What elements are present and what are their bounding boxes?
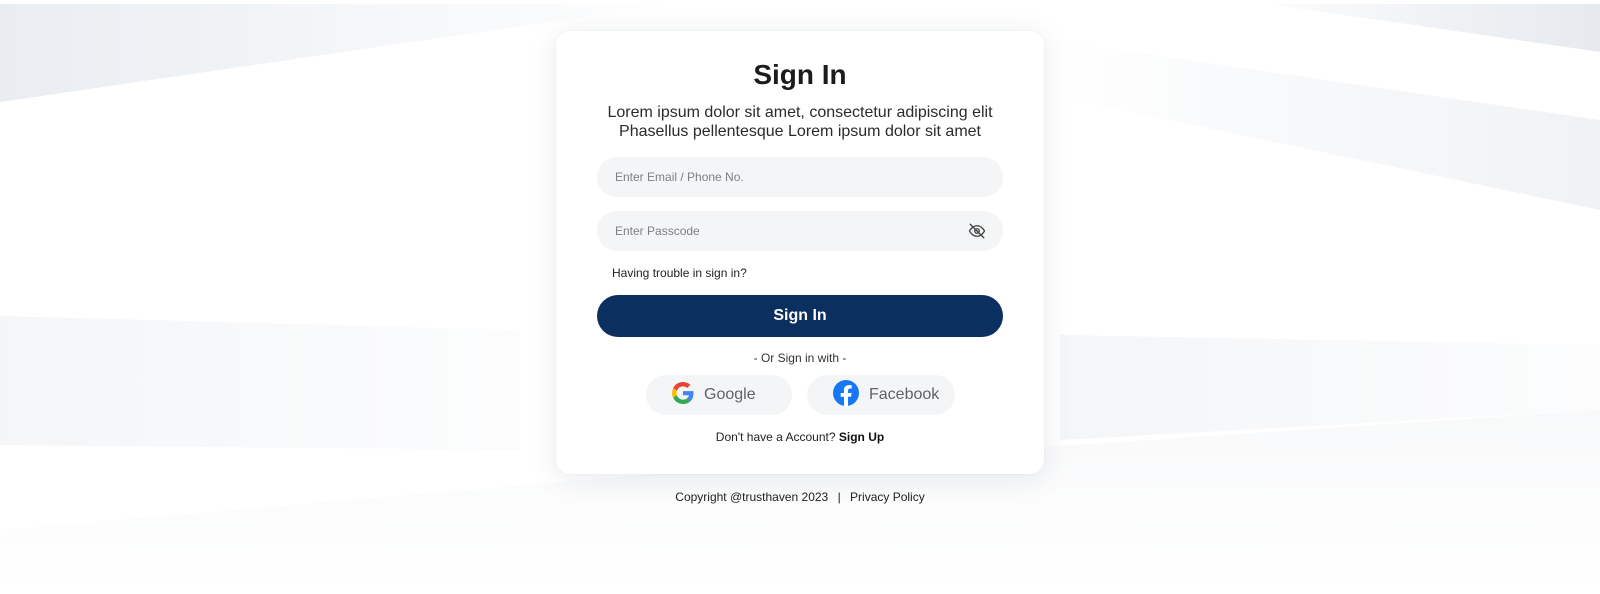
facebook-icon xyxy=(833,379,859,411)
eye-off-icon[interactable] xyxy=(967,221,987,241)
passcode-field-container xyxy=(597,210,1003,252)
page-title: Sign In xyxy=(753,59,847,90)
google-icon xyxy=(672,381,694,409)
footer-separator: | xyxy=(837,490,841,504)
sign-in-card: Sign In Lorem ipsum dolor sit amet, cons… xyxy=(556,31,1044,474)
facebook-sign-in-button[interactable]: Facebook xyxy=(807,375,955,415)
facebook-label: Facebook xyxy=(869,386,940,403)
trouble-signing-in-link[interactable]: Having trouble in sign in? xyxy=(612,266,747,280)
sign-up-link[interactable]: Sign Up xyxy=(839,430,884,444)
copyright-text: Copyright @trusthaven 2023 xyxy=(675,490,829,504)
sign-up-prompt-text: Don't have a Account? xyxy=(715,430,836,444)
google-label: Google xyxy=(704,386,756,403)
footer: Copyright @trusthaven 2023 | Privacy Pol… xyxy=(0,490,1600,504)
page-subtitle: Lorem ipsum dolor sit amet, consectetur … xyxy=(607,104,993,140)
sign-in-button[interactable]: Sign In xyxy=(597,295,1003,337)
sign-up-prompt: Don't have a Account? Sign Up xyxy=(556,430,1044,444)
email-field-container xyxy=(597,156,1003,198)
passcode-input[interactable] xyxy=(613,210,967,252)
privacy-policy-link[interactable]: Privacy Policy xyxy=(850,490,925,504)
google-sign-in-button[interactable]: Google xyxy=(646,375,792,415)
email-input[interactable] xyxy=(613,156,987,198)
social-divider-text: - Or Sign in with - xyxy=(753,351,847,365)
sign-in-page: Sign In Lorem ipsum dolor sit amet, cons… xyxy=(0,0,1600,594)
